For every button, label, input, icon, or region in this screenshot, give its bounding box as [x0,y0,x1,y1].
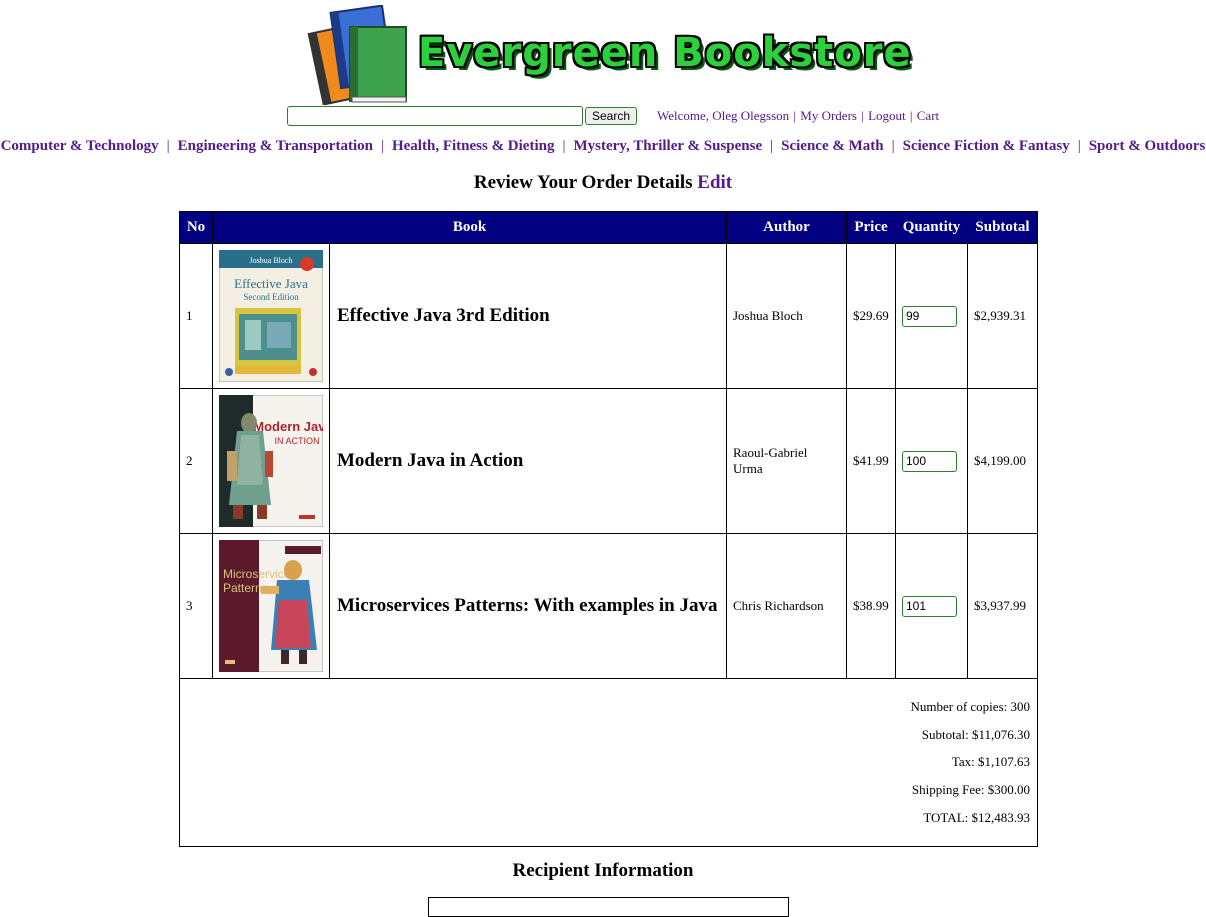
edit-link[interactable]: Edit [697,172,732,193]
welcome-text: Welcome, Oleg Olegsson [657,108,790,123]
separator: | [793,108,797,123]
book-author: Joshua Bloch [726,243,847,389]
book-price: $38.99 [846,533,896,679]
cover-subtitle: Patterns [223,581,268,595]
book-cover-cell: Modern Java IN ACTION [212,388,330,534]
book-author: Raoul-Gabriel Urma [726,388,847,534]
header-book: Book [212,211,727,244]
summary-total: TOTAL: $12,483.93 [923,809,1030,825]
cart-link[interactable]: Cart [917,108,939,123]
order-table: No Book Author Price Quantity Subtotal 1… [179,211,1038,847]
header-price: Price [846,211,896,244]
book-cover-image[interactable]: Joshua Bloch Effective Java Second Editi… [219,250,323,382]
table-row: 2 Modern Java IN ACTION Modern J [179,388,1038,534]
page-title: Review Your Order Details Edit [0,172,1206,194]
separator: | [909,108,913,123]
row-number: 2 [179,388,213,534]
search-input[interactable] [287,106,583,126]
book-cover-image[interactable]: Microservices Patterns [219,540,323,672]
row-subtotal: $2,939.31 [967,243,1038,389]
book-title: Effective Java 3rd Edition [329,243,727,389]
category-nav: Computer & Technology | Engineering & Tran… [0,138,1206,155]
header-author: Author [726,211,847,244]
separator: | [891,138,895,154]
row-subtotal: $4,199.00 [967,388,1038,534]
category-computer-technology[interactable]: Computer & Technology [1,138,159,154]
store-logo[interactable]: Evergreen Bookstore [306,5,916,105]
logo-wordmark: Evergreen Bookstore [418,30,912,76]
book-price: $29.69 [846,243,896,389]
row-subtotal: $3,937.99 [967,533,1038,679]
category-mystery-thriller-suspense[interactable]: Mystery, Thriller & Suspense [574,138,763,154]
search-button[interactable]: Search [585,107,638,125]
table-row: 3 Microservices Patterns Microservices P… [179,533,1038,679]
row-number: 3 [179,533,213,679]
separator: | [1077,138,1081,154]
category-science-fiction-fantasy[interactable]: Science Fiction & Fantasy [903,138,1070,154]
category-engineering-transportation[interactable]: Engineering & Transportation [178,138,373,154]
quantity-input[interactable] [902,595,957,617]
recipient-title: Recipient Information [512,860,694,881]
book-title: Microservices Patterns: With examples in… [329,533,727,679]
summary-shipping-fee: Shipping Fee: $300.00 [911,782,1030,798]
header-quantity: Quantity [895,211,968,244]
my-orders-link[interactable]: My Orders [800,108,857,123]
cover-subtitle: Second Edition [243,292,299,302]
row-number: 1 [179,243,213,389]
quantity-input[interactable] [902,450,957,472]
table-row: 1 Joshua Bloch Effective Java Second Edi… [179,243,1038,389]
quantity-input[interactable] [902,305,957,327]
quantity-cell [895,243,968,389]
category-health-fitness-dieting[interactable]: Health, Fitness & Dieting [392,138,555,154]
summary-row: Number of copies: 300 Subtotal: $11,076.… [179,678,1038,847]
book-price: $41.99 [846,388,896,534]
category-science-math[interactable]: Science & Math [781,138,883,154]
header-subtotal: Subtotal [967,211,1038,244]
user-links: Welcome, Oleg Olegsson | My Orders | Log… [657,108,939,124]
separator: | [770,138,774,154]
book-cover-cell: Microservices Patterns [212,533,330,679]
book-title: Modern Java in Action [329,388,727,534]
book-author: Chris Richardson [726,533,847,679]
search-bar: Search Welcome, Oleg Olegsson | My Order… [287,106,947,126]
quantity-cell [895,388,968,534]
book-cover-cell: Joshua Bloch Effective Java Second Editi… [212,243,330,389]
logout-link[interactable]: Logout [868,108,906,123]
header: Evergreen Bookstore Search Welcome, Oleg… [0,0,1206,126]
number-of-copies: Number of copies: 300 [910,699,1030,714]
summary-subtotal: Subtotal: $11,076.30 [921,726,1030,742]
cover-title: Modern Java [253,419,323,434]
cover-title: Effective Java [234,276,308,291]
cover-author: Joshua Bloch [250,256,293,265]
table-header-row: No Book Author Price Quantity Subtotal [179,211,1038,244]
book-cover-image[interactable]: Modern Java IN ACTION [219,395,323,527]
recipient-form-box [428,897,789,917]
summary-tax: Tax: $1,107.63 [951,754,1030,770]
order-summary: Number of copies: 300 Subtotal: $11,076.… [179,678,1038,847]
header-no: No [179,211,213,244]
separator: | [380,138,384,154]
cover-subtitle: IN ACTION [274,436,319,446]
quantity-cell [895,533,968,679]
separator: | [166,138,170,154]
category-sport-outdoors[interactable]: Sport & Outdoors [1089,138,1206,154]
books-logo-icon [307,5,407,105]
review-title-text: Review Your Order Details [473,172,693,193]
separator: | [562,138,566,154]
separator: | [861,108,864,123]
